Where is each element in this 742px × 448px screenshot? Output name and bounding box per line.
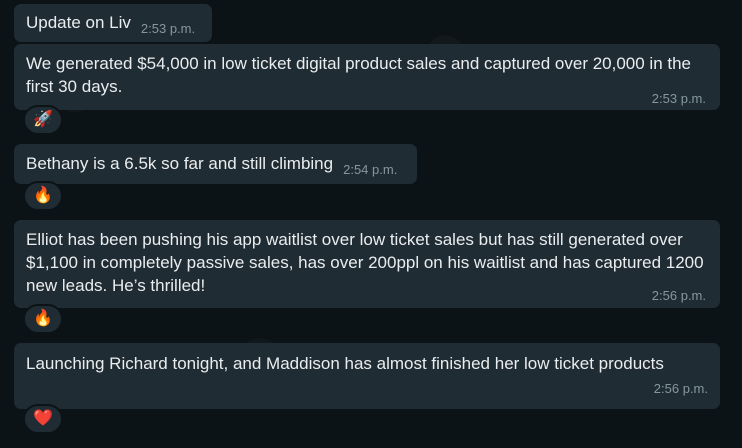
message-text: Update on Liv <box>26 13 131 32</box>
message-bubble[interactable]: Elliot has been pushing his app waitlist… <box>14 220 720 308</box>
message-bubble[interactable]: We generated $54,000 in low ticket digit… <box>14 44 720 110</box>
message-timestamp: 2:54 p.m. <box>343 162 398 177</box>
message-bubble[interactable]: Update on Liv 2:53 p.m. <box>14 4 212 42</box>
message-bubble[interactable]: Bethany is a 6.5k so far and still climb… <box>14 144 417 184</box>
message-text: Bethany is a 6.5k so far and still climb… <box>26 154 334 173</box>
reaction-fire-icon[interactable]: 🔥 <box>23 181 63 211</box>
reaction-fire-icon[interactable]: 🔥 <box>23 304 63 334</box>
reaction-rocket-icon[interactable]: 🚀 <box>23 105 63 135</box>
message-timestamp: 2:53 p.m. <box>651 91 706 106</box>
message-text: Elliot has been pushing his app waitlist… <box>26 230 704 295</box>
reaction-heart-icon[interactable]: ❤️ <box>23 404 63 434</box>
message-timestamp: 2:56 p.m. <box>653 381 708 396</box>
message-timestamp: 2:53 p.m. <box>140 21 196 36</box>
message-text: Launching Richard tonight, and Maddison … <box>26 354 664 373</box>
message-bubble[interactable]: Launching Richard tonight, and Maddison … <box>14 343 720 409</box>
